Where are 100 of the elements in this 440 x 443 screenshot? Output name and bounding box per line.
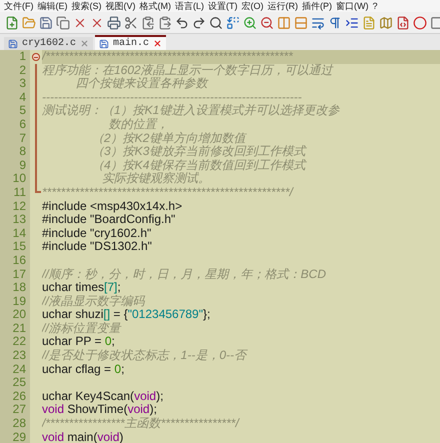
zoom-in-icon[interactable] — [243, 16, 257, 30]
code-text: ; — [112, 335, 115, 350]
menu-item[interactable]: 宏(O) — [242, 0, 264, 12]
code-text: 0 — [114, 362, 122, 376]
line-number: 22 — [0, 335, 30, 350]
fold-end-line — [35, 186, 41, 193]
record-icon[interactable] — [413, 16, 427, 30]
folder-icon[interactable] — [22, 16, 36, 30]
line-number: 28 — [0, 417, 30, 431]
map-icon[interactable] — [379, 16, 393, 30]
code-text: [7] — [104, 281, 118, 294]
indent-icon[interactable] — [345, 16, 359, 30]
code-text: ; — [117, 281, 121, 294]
documents-icon[interactable] — [56, 16, 70, 30]
paste-icon[interactable] — [158, 16, 172, 30]
code-text: void — [128, 403, 150, 416]
pilcrow-icon[interactable] — [328, 16, 342, 30]
code-text: #include "DS1302.h" — [42, 240, 152, 254]
code-text: //游标位置变量 — [42, 322, 121, 336]
menu-item[interactable]: 语言(L) — [175, 0, 204, 12]
menu-item[interactable]: 窗口(W) — [336, 0, 368, 12]
search-icon[interactable] — [209, 16, 223, 30]
code-text: ShowTime( — [66, 403, 128, 416]
line-number: 6 — [0, 118, 30, 132]
line-number: 15 — [0, 240, 30, 254]
code-text: ); — [156, 390, 164, 404]
menu-item[interactable]: 文件(F) — [4, 0, 34, 12]
code-text: //是否处于修改状态标志，1--是，0--否 — [42, 349, 246, 363]
line-number: 14 — [0, 226, 30, 240]
code-text: ----------------------------------------------------------------- — [42, 90, 302, 104]
columns-icon[interactable] — [277, 16, 291, 30]
code-text: void — [42, 403, 64, 418]
line-number: 18 — [0, 281, 30, 295]
stop-icon[interactable] — [430, 16, 440, 30]
line-number: 10 — [0, 172, 30, 186]
menu-item[interactable]: ? — [372, 0, 378, 12]
code-text: 实际按键观察测试。 — [101, 172, 210, 186]
line-number: 20 — [0, 308, 30, 322]
line-number: 26 — [0, 390, 30, 404]
code-text: *****************************************************/ — [42, 186, 293, 200]
line-number: 21 — [0, 322, 30, 336]
line-number: 5 — [0, 104, 30, 118]
close-icon[interactable] — [153, 39, 162, 48]
redo-icon[interactable] — [192, 16, 206, 30]
code-text: //液晶显示数字编码 — [42, 294, 145, 308]
code-text: = { — [112, 308, 128, 322]
code-text: uchar Key4Scan( — [42, 390, 134, 404]
menu-item[interactable]: 运行(R) — [268, 0, 298, 12]
rows-icon[interactable] — [294, 16, 308, 30]
code-text: /***************************************************** — [42, 50, 293, 64]
menu-item[interactable]: 插件(P) — [302, 0, 332, 12]
code-text: #include "BoardConfig.h" — [42, 213, 176, 227]
fold-minus-icon[interactable] — [32, 53, 40, 61]
zoom-out-icon[interactable] — [260, 16, 274, 30]
line-number: 27 — [0, 403, 30, 418]
undo-icon[interactable] — [175, 16, 189, 30]
code-text: 程序功能：在1602液晶上显示一个数字日历，可以通过 — [42, 64, 333, 77]
wrap-icon[interactable] — [311, 16, 325, 30]
code-text: #include <msp430x14x.h> — [42, 200, 182, 214]
line-number: 12 — [0, 200, 30, 214]
line-number: 19 — [0, 294, 30, 308]
line-number: 4 — [0, 90, 30, 104]
menu-item[interactable]: 视图(V) — [106, 0, 136, 12]
code-text: main( — [66, 430, 98, 443]
code-text: uchar shuzi — [42, 308, 104, 322]
menu-item[interactable]: 搜索(S) — [72, 0, 102, 12]
code-text: void — [134, 390, 156, 404]
print-icon[interactable] — [107, 16, 121, 30]
replace-icon[interactable] — [226, 16, 240, 30]
code-text: [] — [103, 308, 110, 322]
scissors-icon[interactable] — [124, 16, 138, 30]
file-tab[interactable]: main.c — [95, 35, 166, 50]
file-icon — [8, 38, 18, 48]
code-file-icon[interactable] — [396, 16, 410, 30]
code-text: uchar times — [42, 281, 104, 295]
copy-icon[interactable] — [141, 16, 155, 30]
code-text: uchar cflag = — [42, 362, 112, 376]
code-text: }; — [203, 308, 210, 322]
menu-item[interactable]: 格式(M) — [140, 0, 171, 12]
line-number: 16 — [0, 254, 30, 268]
close-icon[interactable] — [80, 39, 90, 48]
save-icon[interactable] — [39, 16, 53, 30]
menu-item[interactable]: 编辑(E) — [38, 0, 68, 12]
code-text: ); — [150, 403, 157, 418]
code-text: //顺序：秒，分，时，日，月，星期，年；格式：BCD — [42, 268, 326, 282]
code-text: ) — [119, 430, 124, 443]
code-text: void — [97, 430, 120, 443]
file-tab[interactable]: cry1602.c — [4, 37, 94, 50]
code-text: void — [42, 430, 64, 443]
code-text: /*****************主函数****************/ — [42, 417, 239, 431]
new-file-icon[interactable] — [5, 16, 19, 30]
line-number: 23 — [0, 349, 30, 363]
menu-item[interactable]: 设置(T) — [208, 0, 238, 12]
code-text: 测试说明：（1）按K1键进入设置模式并可以选择更改参 — [42, 104, 340, 118]
line-number: 2 — [0, 64, 30, 78]
line-number: 29 — [0, 430, 30, 443]
line-number: 11 — [0, 186, 30, 200]
line-number: 8 — [0, 145, 30, 159]
code-text: （3）按K3键放弃当前修改回到工作模式 — [91, 145, 306, 159]
code-text: 数的位置， — [108, 118, 169, 132]
